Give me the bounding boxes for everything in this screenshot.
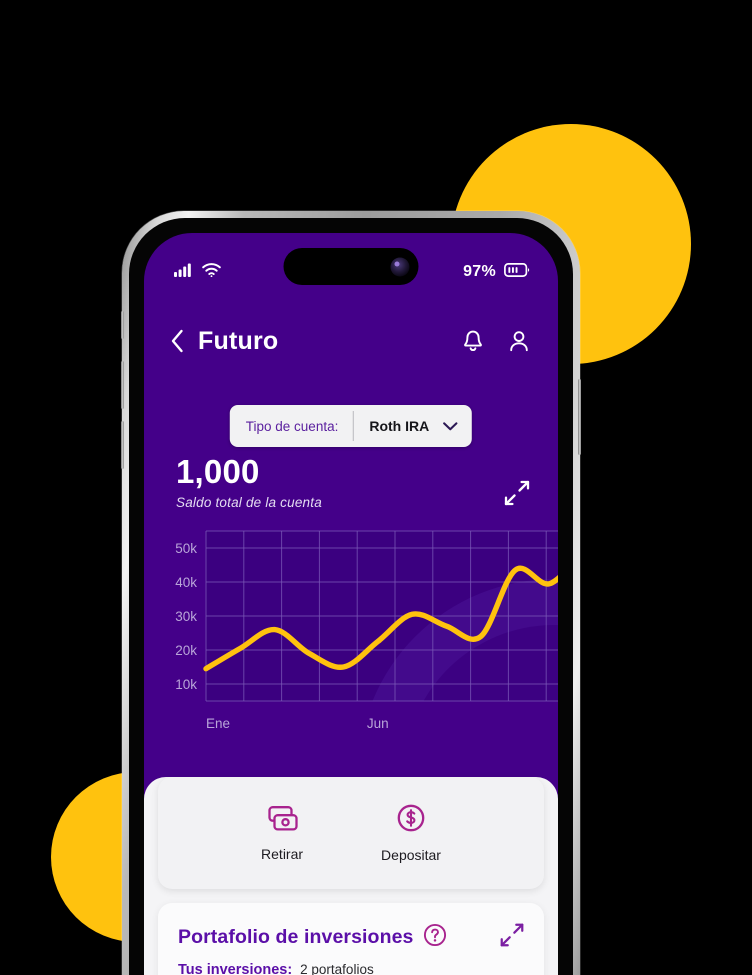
chevron-left-icon[interactable]: [170, 329, 184, 353]
status-bar-left: [174, 262, 221, 282]
page-title: Futuro: [198, 326, 279, 355]
front-camera-icon: [390, 257, 410, 276]
account-type-label: Tipo de cuenta:: [245, 418, 339, 434]
portfolio-subline: Tus inversiones: 2 portafolios: [178, 962, 526, 975]
chart-x-tick-labels: EneJunDic: [206, 716, 389, 731]
chart-x-tick-label: Jun: [367, 716, 389, 731]
dollar-coin-icon: [396, 803, 426, 838]
dynamic-island: [283, 248, 419, 285]
phone-bezel: 97% Futuro Tipo de cuenta: Roth IRA 1,00…: [129, 218, 573, 975]
cellular-signal-icon: [174, 263, 192, 282]
account-balance-block: 1,000 Saldo total de la cuenta: [176, 453, 532, 513]
deposit-action[interactable]: Depositar: [381, 803, 441, 863]
chart-y-tick-label: 50k: [175, 541, 197, 556]
chart-y-tick-label: 20k: [175, 643, 197, 658]
phone-mute-button[interactable]: [121, 311, 124, 339]
phone-mockup: 97% Futuro Tipo de cuenta: Roth IRA 1,00…: [121, 211, 581, 975]
banknotes-icon: [265, 805, 299, 837]
expand-diagonal-icon[interactable]: [502, 478, 532, 513]
withdraw-label: Retirar: [261, 845, 304, 862]
status-bar-right: 97%: [463, 262, 530, 282]
scene-background: 97% Futuro Tipo de cuenta: Roth IRA 1,00…: [0, 0, 752, 975]
phone-power-button[interactable]: [578, 379, 581, 455]
account-type-dropdown[interactable]: Roth IRA: [353, 405, 472, 447]
expand-diagonal-icon[interactable]: [498, 921, 526, 954]
balance-caption: Saldo total de la cuenta: [176, 494, 322, 510]
balance-line-chart: 10k20k30k40k50k EneJunDic: [162, 525, 558, 735]
battery-icon: [504, 262, 530, 282]
deposit-label: Depositar: [381, 847, 441, 863]
app-nav-bar: Futuro: [144, 311, 558, 371]
question-mark-circle-icon[interactable]: [423, 923, 447, 952]
investment-portfolio-card[interactable]: Portafolio de inversiones Tus inversione…: [158, 903, 544, 975]
phone-screen: 97% Futuro Tipo de cuenta: Roth IRA 1,00…: [144, 233, 558, 975]
portfolio-title-row: Portafolio de inversiones: [178, 921, 526, 954]
chevron-down-icon[interactable]: [443, 418, 458, 434]
bell-icon[interactable]: [462, 329, 484, 353]
balance-amount: 1,000: [176, 453, 260, 490]
wifi-icon: [202, 262, 221, 282]
chart-y-tick-label: 40k: [175, 575, 197, 590]
battery-percent-label: 97%: [463, 263, 496, 280]
portfolio-sub-label: Tus inversiones:: [178, 962, 293, 975]
chart-y-tick-label: 30k: [175, 609, 197, 624]
withdraw-action[interactable]: Retirar: [261, 805, 303, 862]
chart-y-tick-labels: 10k 20k 30k 40k 50k: [175, 541, 197, 692]
person-icon[interactable]: [508, 329, 530, 353]
phone-volume-up-button[interactable]: [121, 361, 124, 409]
chart-x-tick-label: Ene: [206, 716, 230, 731]
chart-canvas: 10k20k30k40k50k EneJunDic: [175, 530, 558, 731]
quick-actions-card: Retirar Depositar: [158, 777, 544, 889]
nav-actions: [462, 329, 530, 353]
account-type-value: Roth IRA: [369, 418, 430, 434]
account-type-selector[interactable]: Tipo de cuenta: Roth IRA: [229, 405, 473, 447]
portfolio-title: Portafolio de inversiones: [178, 926, 414, 948]
chart-y-tick-label: 10k: [175, 677, 197, 692]
phone-volume-down-button[interactable]: [121, 421, 124, 469]
portfolio-sub-value: 2 portafolios: [300, 962, 374, 975]
